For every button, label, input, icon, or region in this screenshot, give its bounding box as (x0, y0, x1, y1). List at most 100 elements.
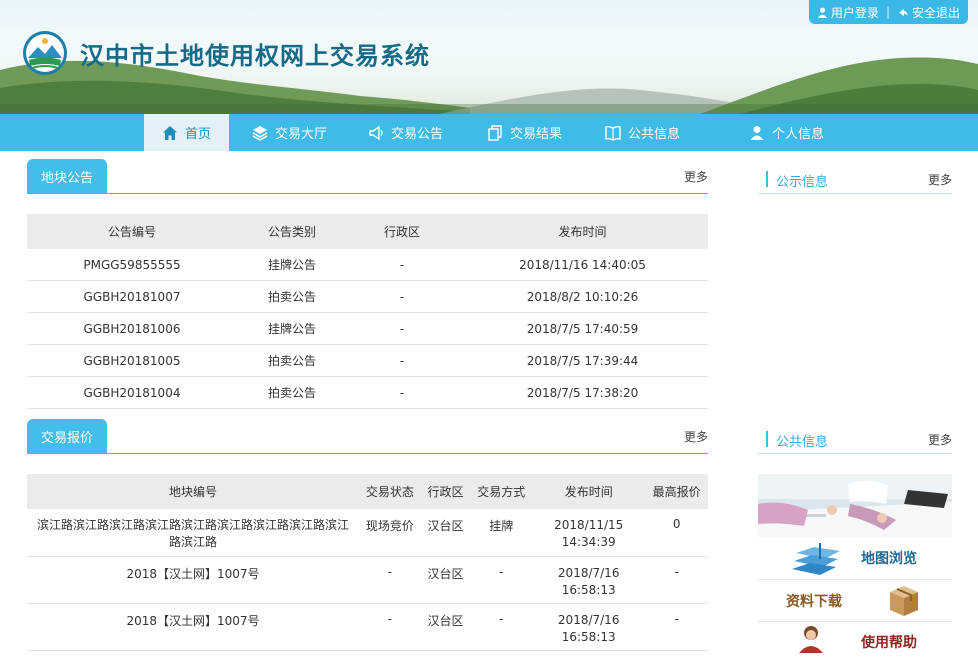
data-download-label: 资料下载 (786, 594, 842, 610)
nav-public-info[interactable]: 公共信息 (605, 114, 680, 151)
nav-trading-results[interactable]: 交易结果 (487, 114, 562, 151)
table-header-row: 地块编号 交易状态 行政区 交易方式 发布时间 最高报价 (27, 474, 708, 509)
cell-method: 挂牌 (470, 509, 533, 557)
nav-trading-notices[interactable]: 交易公告 (368, 114, 443, 151)
cell-notice-id: GGBH20181007 (27, 280, 237, 313)
more-link[interactable]: 更多 (684, 428, 708, 445)
cell-publish-time: 2018/11/15 14:34:39 (532, 509, 646, 557)
column-header: 发布时间 (457, 214, 708, 249)
site-title: 汉中市土地使用权网上交易系统 (80, 42, 430, 70)
table-row[interactable]: GGBH20181007 拍卖公告 - 2018/8/2 10:10:26 (27, 280, 708, 313)
nav-label: 交易结果 (510, 127, 563, 142)
cell-publish-time: 2018/8/2 10:10:26 (457, 280, 708, 313)
cell-status: 现场竞价 (359, 509, 421, 557)
table-row[interactable]: 2018【汉土网】1007号 - 汉台区 - 2018/7/16 16:58:1… (27, 556, 708, 604)
cell-district: - (347, 249, 457, 281)
cell-district: 汉台区 (420, 509, 471, 557)
nav-trading-hall[interactable]: 交易大厅 (252, 114, 327, 151)
cell-district: 汉台区 (420, 603, 471, 651)
table-row[interactable]: 2018【汉土网】1007号 - 汉台区 - 2018/7/16 16:58:1… (27, 603, 708, 651)
login-label: 用户登录 (830, 5, 879, 20)
cell-method: - (470, 603, 533, 651)
column-header: 公告编号 (27, 214, 237, 249)
quotes-table: 地块编号 交易状态 行政区 交易方式 发布时间 最高报价 滨江路滨江路滨江路滨江… (27, 474, 708, 651)
cell-highest-bid: 0 (645, 509, 708, 557)
help-link[interactable]: 使用帮助 (758, 621, 952, 663)
column-header: 最高报价 (645, 474, 708, 509)
help-person-icon (799, 626, 823, 653)
user-bar: 用户登录 | 安全退出 (808, 0, 968, 24)
data-download-link[interactable]: 资料下载 (758, 579, 952, 622)
cell-category: 挂牌公告 (237, 249, 347, 281)
cell-publish-time: 2018/7/5 17:40:59 (457, 312, 708, 345)
cell-category: 拍卖公告 (237, 376, 347, 409)
book-icon (605, 125, 621, 141)
nav-label: 交易大厅 (275, 127, 328, 142)
office-desk-photo (758, 474, 952, 537)
cell-notice-id: GGBH20181005 (27, 344, 237, 377)
cell-notice-id: GGBH20181006 (27, 312, 237, 345)
cell-district: - (347, 312, 457, 345)
table-row[interactable]: GGBH20181006 挂牌公告 - 2018/7/5 17:40:59 (27, 312, 708, 345)
main-nav: 首页 交易大厅 交易公告 交易结果 公共信息 个人信息 (0, 114, 978, 151)
package-icon (890, 586, 918, 616)
public-info-title: 公共信息 (776, 435, 829, 450)
cell-category: 挂牌公告 (237, 312, 347, 345)
user-icon (817, 7, 828, 18)
publicity-header: 公示信息 更多 (758, 163, 952, 194)
cell-notice-id: GGBH20181004 (27, 376, 237, 409)
tab-land-notices[interactable]: 地块公告 (27, 159, 107, 193)
public-info-banner[interactable] (758, 474, 952, 537)
header-banner: 汉中市土地使用权网上交易系统 用户登录 | 安全退出 (0, 0, 978, 114)
cell-status: - (359, 556, 421, 604)
table-row[interactable]: GGBH20181005 拍卖公告 - 2018/7/5 17:39:44 (27, 344, 708, 377)
cell-publish-time: 2018/11/16 14:40:05 (457, 249, 708, 281)
accent-bar (766, 431, 768, 447)
layers-icon (252, 125, 268, 141)
map-browse-label: 地图浏览 (861, 551, 917, 567)
cell-land-id: 2018【汉土网】1007号 (27, 603, 360, 651)
more-link[interactable]: 更多 (928, 171, 952, 188)
tab-trading-quotes[interactable]: 交易报价 (27, 419, 107, 453)
login-link[interactable]: 用户登录 (817, 4, 879, 21)
site-logo (23, 31, 67, 75)
column-header: 交易状态 (359, 474, 421, 509)
column-header: 交易方式 (470, 474, 533, 509)
cell-district: - (347, 376, 457, 409)
cell-method: - (470, 556, 533, 604)
column-header: 公告类别 (237, 214, 347, 249)
home-icon (162, 125, 177, 140)
table-header-row: 公告编号 公告类别 行政区 发布时间 (27, 214, 708, 249)
cell-publish-time: 2018/7/5 17:39:44 (457, 344, 708, 377)
cell-category: 拍卖公告 (237, 280, 347, 313)
column-header: 行政区 (347, 214, 457, 249)
table-row[interactable]: GGBH20181004 拍卖公告 - 2018/7/5 17:38:20 (27, 376, 708, 409)
cell-notice-id: PMGG59855555 (27, 249, 237, 281)
land-notices-header: 地块公告 更多 (27, 159, 708, 194)
column-header: 行政区 (420, 474, 471, 509)
public-info-header: 公共信息 更多 (758, 423, 952, 454)
more-link[interactable]: 更多 (928, 431, 952, 448)
cell-category: 拍卖公告 (237, 344, 347, 377)
logout-label: 安全退出 (911, 5, 960, 20)
nav-label: 公共信息 (628, 127, 681, 142)
publicity-title: 公示信息 (776, 175, 829, 190)
nav-personal-info[interactable]: 个人信息 (749, 114, 824, 151)
table-row[interactable]: 滨江路滨江路滨江路滨江路滨江路滨江路滨江路滨江路滨江路滨江路 现场竞价 汉台区 … (27, 509, 708, 557)
nav-label: 首页 (184, 127, 211, 142)
more-link[interactable]: 更多 (684, 168, 708, 185)
cell-publish-time: 2018/7/16 16:58:13 (532, 556, 646, 604)
map-browse-link[interactable]: 地图浏览 (758, 537, 952, 580)
help-label: 使用帮助 (861, 635, 917, 651)
cell-publish-time: 2018/7/16 16:58:13 (532, 603, 646, 651)
nav-label: 个人信息 (772, 127, 825, 142)
map-icon (792, 543, 840, 575)
nav-home[interactable]: 首页 (144, 114, 229, 151)
cell-district: 汉台区 (420, 556, 471, 604)
logout-link[interactable]: 安全退出 (897, 4, 960, 21)
separator: | (885, 5, 890, 19)
logout-icon (899, 8, 908, 16)
table-row[interactable]: PMGG59855555 挂牌公告 - 2018/11/16 14:40:05 (27, 249, 708, 281)
accent-bar (766, 171, 768, 187)
cell-district: - (347, 344, 457, 377)
